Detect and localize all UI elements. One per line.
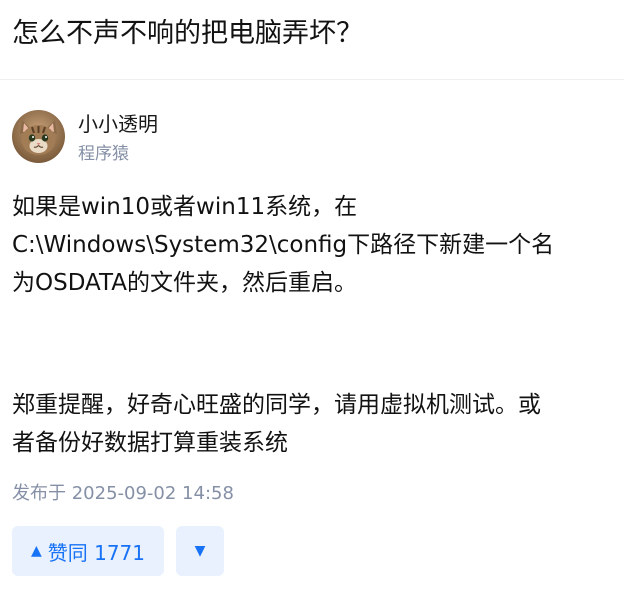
answer-paragraph: 如果是win10或者win11系统，在 C:\Windows\System32\… (12, 194, 555, 296)
triangle-down-icon: ▼ (194, 543, 206, 559)
cat-avatar-icon[interactable] (12, 110, 65, 163)
question-header: 怎么不声不响的把电脑弄坏？ (0, 0, 624, 80)
author-name[interactable]: 小小透明 (78, 111, 158, 137)
downvote-button[interactable]: ▼ (176, 526, 224, 576)
author-headline: 程序猿 (78, 144, 129, 164)
upvote-label: 赞同 1771 (47, 540, 146, 565)
upvote-button[interactable]: ▲ 赞同 1771 (12, 526, 164, 576)
triangle-up-icon: ▲ (30, 543, 42, 559)
question-title[interactable]: 怎么不声不响的把电脑弄坏？ (12, 14, 363, 54)
published-time[interactable]: 发布于 2025-09-02 14:58 (12, 482, 234, 506)
answer-paragraph: 郑重提醒，好奇心旺盛的同学，请用虚拟机测试。或 者备份好数据打算重装系统 (12, 392, 541, 456)
author-info: 小小透明 程序猿 (12, 110, 612, 164)
